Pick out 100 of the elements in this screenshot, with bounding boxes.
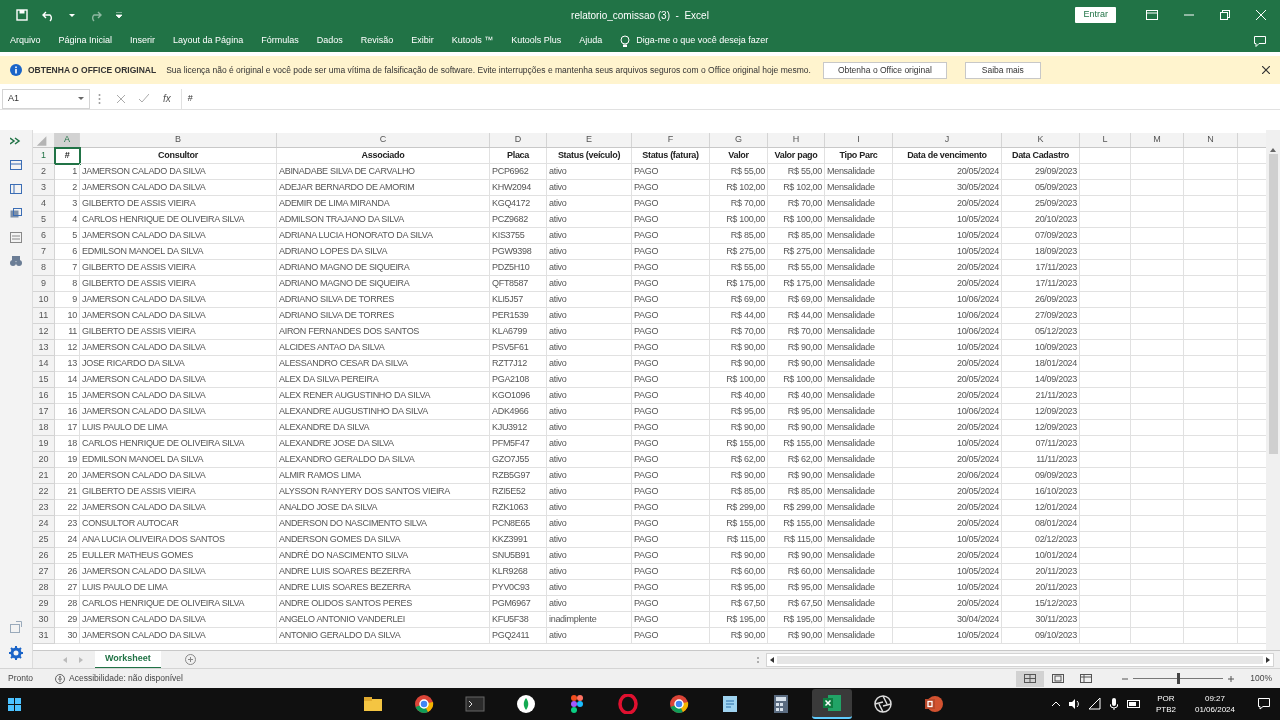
row-header[interactable]: 12 <box>33 324 55 340</box>
empty-cell[interactable] <box>1131 388 1184 404</box>
empty-cell[interactable] <box>1080 388 1131 404</box>
empty-cell[interactable] <box>1131 340 1184 356</box>
volume-icon[interactable] <box>1068 698 1080 710</box>
row-header[interactable]: 3 <box>33 180 55 196</box>
zoom-level[interactable]: 100% <box>1250 672 1272 685</box>
empty-cell[interactable] <box>1184 148 1238 164</box>
empty-cell[interactable] <box>1080 324 1131 340</box>
column-letter[interactable]: N <box>1184 133 1238 147</box>
sheet-tab[interactable]: Worksheet <box>95 650 161 669</box>
empty-cell[interactable] <box>1184 548 1238 564</box>
empty-cell[interactable] <box>1080 532 1131 548</box>
empty-cell[interactable] <box>1184 356 1238 372</box>
check-icon[interactable] <box>139 94 149 103</box>
zoom-slider-thumb[interactable] <box>1176 673 1180 684</box>
external-link-icon[interactable] <box>10 621 22 633</box>
empty-cell[interactable] <box>1080 340 1131 356</box>
empty-cell[interactable] <box>1131 468 1184 484</box>
column-letter[interactable]: B <box>80 133 277 147</box>
empty-cell[interactable] <box>1184 500 1238 516</box>
empty-cell[interactable] <box>1184 212 1238 228</box>
settings-icon[interactable] <box>9 646 23 660</box>
caret-icon[interactable] <box>69 13 75 17</box>
empty-cell[interactable] <box>1080 260 1131 276</box>
empty-cell[interactable] <box>1131 356 1184 372</box>
empty-cell[interactable] <box>1131 228 1184 244</box>
empty-cell[interactable] <box>1080 244 1131 260</box>
empty-cell[interactable] <box>1131 532 1184 548</box>
row-header[interactable]: 26 <box>33 548 55 564</box>
empty-cell[interactable] <box>1184 580 1238 596</box>
empty-cell[interactable] <box>1131 372 1184 388</box>
language-indicator[interactable]: POR PTB2 <box>1155 693 1176 715</box>
row-header[interactable]: 8 <box>33 260 55 276</box>
insert-function-button[interactable]: fx <box>163 91 171 106</box>
ribbon-tab[interactable]: Fórmulas <box>261 34 299 48</box>
empty-cell[interactable] <box>1184 244 1238 260</box>
empty-cell[interactable] <box>1131 148 1184 164</box>
row-header[interactable]: 9 <box>33 276 55 292</box>
accessibility-icon[interactable] <box>55 673 66 684</box>
empty-cell[interactable] <box>1184 436 1238 452</box>
empty-cell[interactable] <box>1080 356 1131 372</box>
empty-cell[interactable] <box>1131 564 1184 580</box>
empty-cell[interactable] <box>1184 260 1238 276</box>
row-header[interactable]: 6 <box>33 228 55 244</box>
empty-cell[interactable] <box>1131 500 1184 516</box>
row-header[interactable]: 22 <box>33 484 55 500</box>
empty-cell[interactable] <box>1080 420 1131 436</box>
empty-cell[interactable] <box>1184 452 1238 468</box>
empty-cell[interactable] <box>1080 500 1131 516</box>
empty-cell[interactable] <box>1131 180 1184 196</box>
row-header[interactable]: 13 <box>33 340 55 356</box>
empty-cell[interactable] <box>1184 372 1238 388</box>
row-header[interactable]: 14 <box>33 356 55 372</box>
empty-cell[interactable] <box>1080 628 1131 644</box>
empty-cell[interactable] <box>1080 612 1131 628</box>
scroll-right-icon[interactable] <box>1266 656 1270 663</box>
ribbon-tab[interactable]: Dados <box>316 34 343 48</box>
empty-cell[interactable] <box>1184 532 1238 548</box>
scroll-up-icon[interactable] <box>1270 148 1276 152</box>
empty-cell[interactable] <box>1184 420 1238 436</box>
view-button[interactable] <box>1016 670 1045 687</box>
ribbon-tab[interactable]: Página Inicial <box>58 34 113 48</box>
empty-cell[interactable] <box>1080 596 1131 612</box>
clock[interactable]: 09:27 01/06/2024 <box>1194 693 1235 715</box>
scrollbar-thumb[interactable] <box>1268 154 1278 454</box>
empty-cell[interactable] <box>1080 548 1131 564</box>
row-header[interactable]: 19 <box>33 436 55 452</box>
caret-icon[interactable] <box>78 97 84 100</box>
ribbon-tab[interactable]: Exibir <box>411 34 434 48</box>
row-header[interactable]: 1 <box>33 148 55 164</box>
empty-cell[interactable] <box>1080 484 1131 500</box>
empty-cell[interactable] <box>1184 484 1238 500</box>
row-header[interactable]: 18 <box>33 420 55 436</box>
comment-icon[interactable] <box>1254 35 1266 47</box>
empty-cell[interactable] <box>1131 244 1184 260</box>
empty-cell[interactable] <box>1184 228 1238 244</box>
empty-cell[interactable] <box>1184 596 1238 612</box>
row-header[interactable]: 25 <box>33 532 55 548</box>
empty-cell[interactable] <box>1080 276 1131 292</box>
ribbon-tab[interactable]: Arquivo <box>10 34 41 48</box>
ribbon-tab[interactable]: Ajuda <box>579 34 603 48</box>
column-letter[interactable]: H <box>768 133 825 147</box>
notification-icon[interactable] <box>1258 698 1270 710</box>
add-sheet-icon[interactable] <box>184 654 196 665</box>
tell-me-search[interactable]: Diga-me o que você deseja fazer <box>620 30 769 52</box>
close-icon[interactable] <box>1262 66 1270 74</box>
empty-cell[interactable] <box>1131 276 1184 292</box>
empty-cell[interactable] <box>1080 372 1131 388</box>
empty-cell[interactable] <box>1080 228 1131 244</box>
signal-icon[interactable] <box>1088 698 1101 710</box>
expand-icon[interactable] <box>10 136 22 147</box>
column-letter[interactable]: I <box>825 133 893 147</box>
empty-cell[interactable] <box>1131 612 1184 628</box>
ribbon-tab[interactable]: Kutools Plus <box>511 34 562 48</box>
empty-cell[interactable] <box>1080 308 1131 324</box>
row-header[interactable]: 5 <box>33 212 55 228</box>
row-header[interactable]: 29 <box>33 596 55 612</box>
empty-cell[interactable] <box>1184 340 1238 356</box>
column-letter[interactable]: M <box>1131 133 1184 147</box>
